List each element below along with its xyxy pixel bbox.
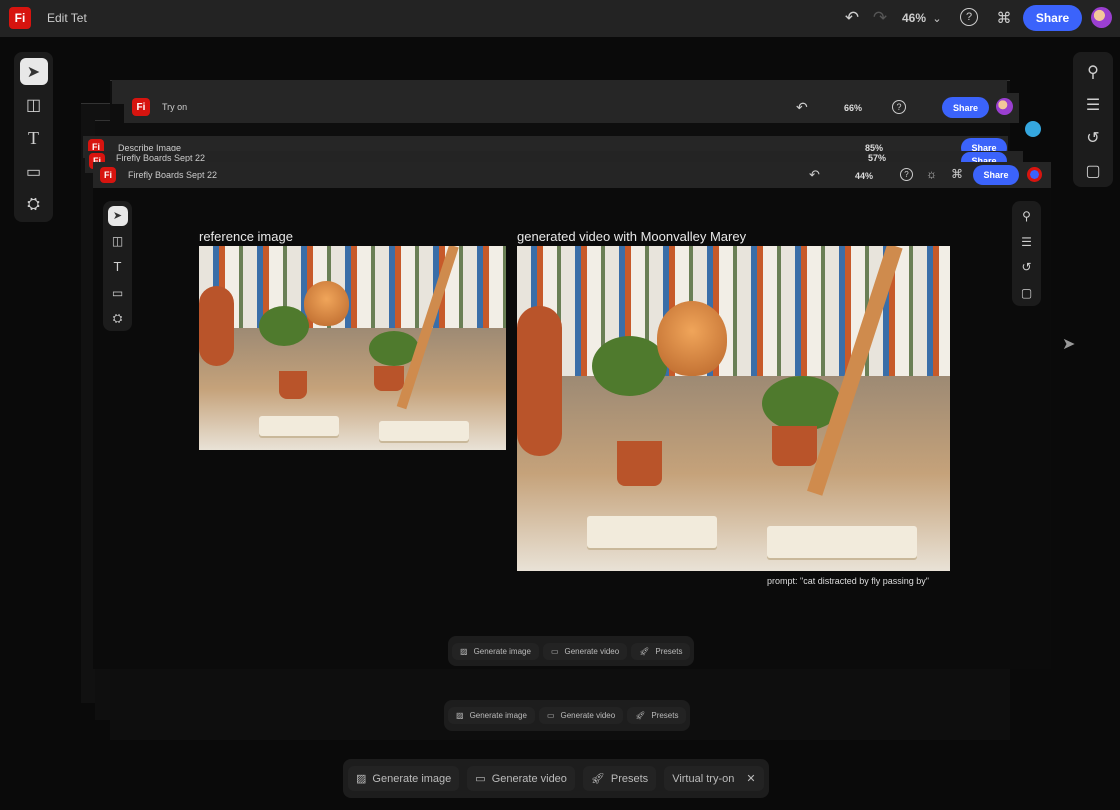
share-button: Share bbox=[942, 97, 989, 118]
generated-video[interactable] bbox=[517, 246, 950, 571]
shape-icon[interactable]: ▭ bbox=[108, 283, 128, 303]
front-bottom-toolbar: ▨ Generate image ▭ Generate video 🚀︎ Preset… bbox=[448, 636, 695, 666]
adjust-icon[interactable]: ☰ bbox=[1079, 92, 1107, 119]
firefly-logo: Fi bbox=[132, 98, 150, 116]
zoom-level[interactable]: 44% bbox=[855, 171, 873, 181]
generate-fill-icon[interactable]: ⛭ bbox=[20, 192, 48, 219]
front-right-toolbar: ⚲ ☰ ↺ ▢ bbox=[1012, 201, 1041, 306]
search-icon[interactable]: ⚲ bbox=[1017, 206, 1037, 226]
generated-video-label: generated video with Moonvalley Marey bbox=[517, 229, 747, 244]
help-icon[interactable]: ? bbox=[960, 8, 978, 26]
image-icon: ▨ bbox=[460, 646, 468, 656]
generate-video-button[interactable]: ▭ Generate video bbox=[538, 707, 624, 724]
select-icon[interactable]: ➤ bbox=[19, 58, 48, 86]
undo-icon[interactable]: ↶ bbox=[842, 8, 862, 28]
window-bar-try-on: Fi Try on ↶ 66% ? Share bbox=[124, 93, 1019, 123]
prompt-caption: prompt: "cat distracted by fly passing b… bbox=[767, 576, 929, 586]
image-icon: ▨ bbox=[356, 773, 367, 785]
frame-icon[interactable]: ◫ bbox=[108, 232, 128, 252]
avatar[interactable] bbox=[1027, 167, 1042, 182]
text-icon[interactable]: T bbox=[20, 125, 48, 152]
front-left-toolbar: ➤ ◫ T ▭ ⛭ bbox=[103, 201, 132, 331]
generate-image-button[interactable]: ▨ Generate image bbox=[448, 707, 535, 724]
presets-button[interactable]: 🚀︎ Presets bbox=[631, 642, 691, 660]
share-button[interactable]: Share bbox=[1023, 5, 1082, 31]
comment-icon[interactable]: ▢ bbox=[1017, 283, 1037, 303]
film-icon: ▭ bbox=[546, 711, 555, 720]
workflow-icon[interactable]: ⌘ bbox=[994, 8, 1014, 28]
search-icon[interactable]: ⚲ bbox=[1079, 59, 1107, 86]
frame-icon[interactable]: ◫ bbox=[20, 91, 48, 118]
adjust-icon[interactable]: ☰ bbox=[1017, 232, 1037, 252]
zoom-level[interactable]: 46% bbox=[902, 11, 926, 25]
rocket-icon: 🚀︎ bbox=[639, 646, 650, 656]
image-icon: ▨ bbox=[456, 711, 464, 720]
presets-button[interactable]: 🚀︎ Presets bbox=[582, 766, 657, 791]
undo-icon: ↶ bbox=[796, 99, 808, 115]
generate-image-button[interactable]: ▨ Generate image bbox=[452, 642, 539, 660]
select-icon[interactable]: ➤ bbox=[107, 206, 128, 226]
window-title: Firefly Boards Sept 22 bbox=[128, 170, 218, 180]
rocket-icon: 🚀︎ bbox=[590, 773, 605, 785]
presets-button[interactable]: 🚀︎ Presets bbox=[627, 707, 687, 724]
rocket-icon: 🚀︎ bbox=[635, 711, 646, 720]
main-bottom-toolbar: ▨ Generate image ▭ Generate video 🚀︎ Preset… bbox=[343, 759, 769, 798]
chevron-down-icon[interactable]: ⌄ bbox=[929, 8, 945, 28]
zoom-level: 66% bbox=[844, 103, 863, 113]
firefly-logo: Fi bbox=[9, 7, 31, 29]
help-icon: ? bbox=[892, 100, 906, 114]
film-icon: ▭ bbox=[475, 773, 486, 785]
generate-fill-icon[interactable]: ⛭ bbox=[108, 308, 128, 328]
firefly-logo: Fi bbox=[100, 167, 116, 183]
undo-icon[interactable]: ↶ bbox=[809, 167, 820, 183]
text-icon[interactable]: T bbox=[108, 257, 128, 277]
film-icon: ▭ bbox=[550, 646, 559, 656]
virtual-try-on-chip[interactable]: Virtual try-on ✕ bbox=[664, 766, 764, 791]
comment-icon[interactable]: ▢ bbox=[1079, 157, 1107, 184]
redo-icon[interactable]: ↷ bbox=[870, 8, 890, 28]
close-icon[interactable]: ✕ bbox=[746, 772, 755, 785]
generate-video-button[interactable]: ▭ Generate video bbox=[542, 642, 628, 660]
generate-image-button[interactable]: ▨ Generate image bbox=[348, 766, 460, 791]
avatar[interactable] bbox=[1091, 7, 1112, 28]
avatar bbox=[1025, 121, 1041, 137]
workflow-icon[interactable]: ⌘ bbox=[951, 167, 963, 181]
left-toolbar: ➤ ◫ T ▭ ⛭ bbox=[14, 52, 53, 222]
reference-image[interactable] bbox=[199, 246, 506, 450]
app-header: Fi Edit Tet ↶ ↷ 46% ⌄ ? ⌘ Share bbox=[0, 0, 1120, 37]
shape-icon[interactable]: ▭ bbox=[20, 158, 48, 185]
generate-video-button[interactable]: ▭ Generate video bbox=[467, 766, 575, 791]
document-title[interactable]: Edit Tet bbox=[47, 11, 87, 25]
reference-image-label: reference image bbox=[199, 229, 293, 244]
lightbulb-icon[interactable]: ☼ bbox=[926, 167, 937, 181]
history-icon[interactable]: ↺ bbox=[1017, 258, 1037, 278]
history-icon[interactable]: ↺ bbox=[1079, 125, 1107, 152]
help-icon[interactable]: ? bbox=[900, 168, 913, 181]
window-bar-firefly-boards: Fi Firefly Boards Sept 22 ↶ 44% ? ☼ ⌘ Sh… bbox=[93, 162, 1051, 188]
window-title: Try on bbox=[162, 102, 188, 112]
share-button[interactable]: Share bbox=[973, 165, 1019, 185]
avatar bbox=[996, 98, 1013, 115]
mouse-cursor-icon: ➤ bbox=[1062, 336, 1076, 353]
middle-bottom-toolbar: ▨ Generate image ▭ Generate video 🚀︎ Preset… bbox=[444, 700, 691, 731]
right-toolbar: ⚲ ☰ ↺ ▢ bbox=[1073, 52, 1113, 187]
